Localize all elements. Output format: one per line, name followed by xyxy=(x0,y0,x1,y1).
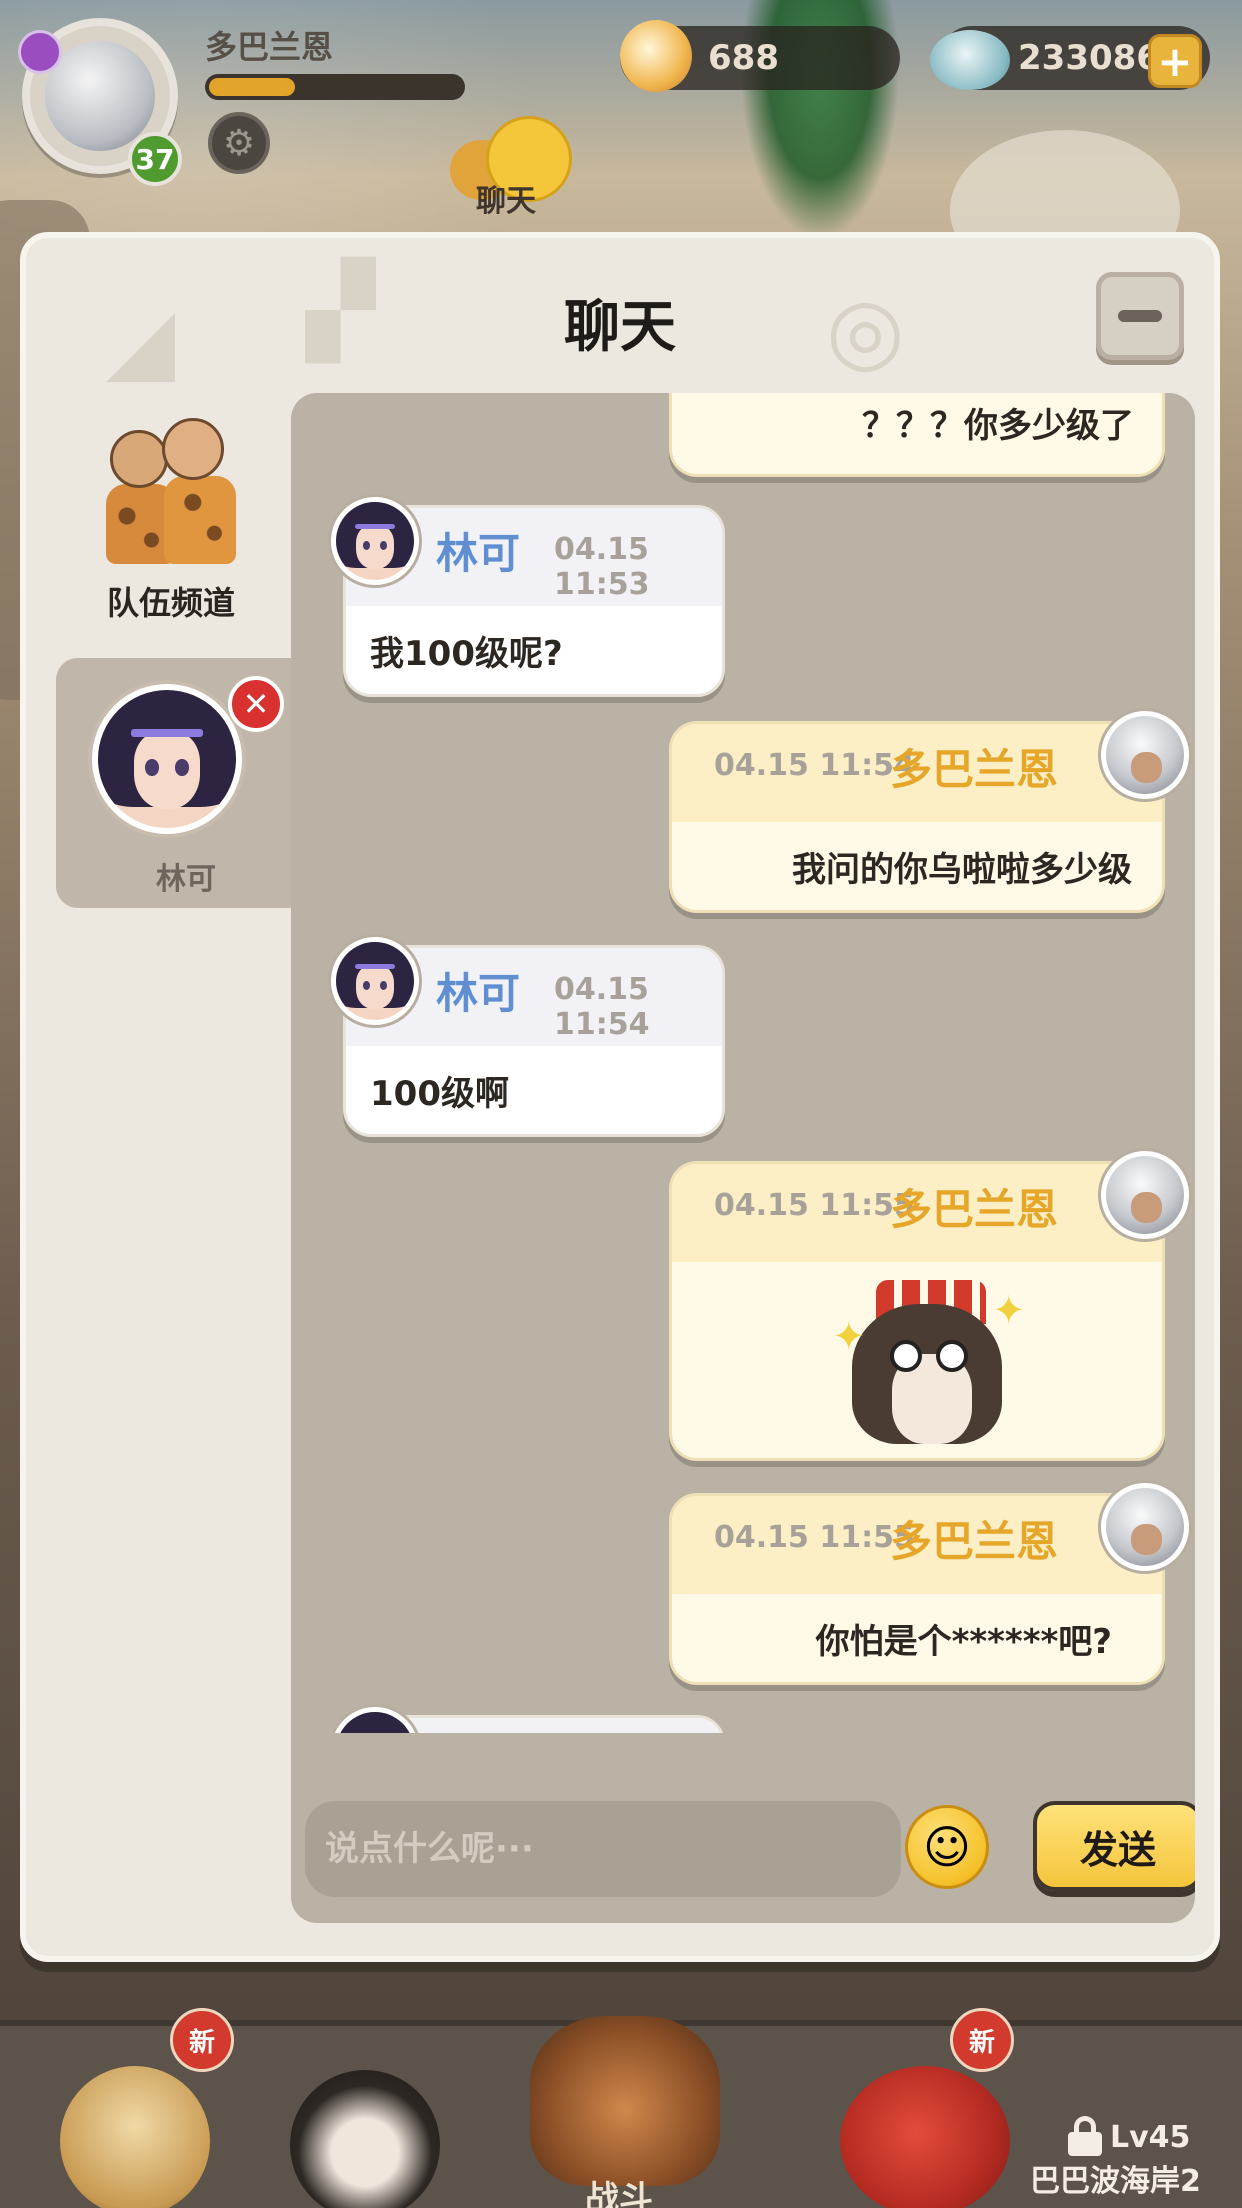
minus-icon xyxy=(1118,310,1162,322)
nav-item-battle[interactable]: 战斗 xyxy=(510,2016,740,2208)
message-text: 你怕是个******吧? xyxy=(815,1622,1112,1662)
message-bubble-mine: 04.15 11:55 多巴兰恩 ✦ ✦ xyxy=(669,1161,1165,1461)
message-text: ？？？你多少级了 xyxy=(862,406,1134,446)
sender-avatar-self[interactable] xyxy=(1101,1483,1189,1571)
crying-dino-sticker-icon[interactable]: ✦ ✦ xyxy=(832,1274,1026,1444)
sender-avatar-linke[interactable] xyxy=(331,1707,419,1733)
chat-modal: ◢ ▞ ◎ 聊天 队伍频道 ✕ 林可 ？？？你多少级了 林可 04.15 11:… xyxy=(20,232,1220,1962)
message-time: 04.15 11:55 xyxy=(714,1188,915,1223)
message-bubble-mine: 04.15 11:55 多巴兰恩 你怕是个******吧? xyxy=(669,1493,1165,1685)
chat-title: 聊天 xyxy=(564,295,676,360)
send-button[interactable]: 发送 xyxy=(1033,1801,1195,1891)
contact-tab-linke[interactable]: ✕ 林可 xyxy=(56,658,316,908)
bottom-nav: 新 战斗 新 Lv45 巴巴波海岸2 xyxy=(0,2008,1242,2208)
cave-people-icon xyxy=(106,418,236,568)
team-channel-tab[interactable]: 队伍频道 xyxy=(66,418,276,648)
masked-warrior-character-icon xyxy=(290,2070,440,2208)
nav-item-warrior[interactable] xyxy=(260,2026,490,2208)
emoji-smiley-icon[interactable]: ☺ xyxy=(905,1805,989,1889)
message-time: 04.15 11:53 xyxy=(554,532,650,602)
add-gems-button[interactable]: + xyxy=(1148,34,1202,88)
top-hud: 37 多巴兰恩 ⚙ 聊天 688 233086 + xyxy=(0,0,1242,240)
player-xp-bar xyxy=(205,74,465,100)
message-time: 04.15 11:55 xyxy=(714,1520,915,1555)
sender-avatar-self[interactable] xyxy=(1101,1151,1189,1239)
sender-avatar-self[interactable] xyxy=(1101,711,1189,799)
new-badge: 新 xyxy=(950,2008,1014,2072)
team-channel-label: 队伍频道 xyxy=(106,584,235,622)
message-sender: 林可 xyxy=(436,969,521,1018)
message-text: 我100级呢? xyxy=(370,634,563,674)
player-name: 多巴兰恩 xyxy=(205,28,334,66)
contact-name: 林可 xyxy=(156,862,216,897)
gem-currency-icon xyxy=(930,30,1010,90)
message-sender: 多巴兰恩 xyxy=(890,1517,1059,1566)
caveman-character-icon xyxy=(60,2066,210,2208)
message-list[interactable]: ？？？你多少级了 林可 04.15 11:53 我100级呢? 04.15 11… xyxy=(291,393,1195,1733)
close-contact-icon[interactable]: ✕ xyxy=(228,676,284,732)
sender-avatar-linke[interactable] xyxy=(331,497,419,585)
message-text: 我问的你乌啦啦多少级 xyxy=(792,850,1132,890)
player-rank-badge-icon xyxy=(18,30,62,74)
chat-input-row: ☺ 发送 xyxy=(291,1793,1195,1903)
chat-message-input[interactable] xyxy=(305,1801,901,1897)
message-sender: 林可 xyxy=(436,529,521,578)
message-time: 04.15 11:54 xyxy=(554,972,650,1042)
locked-area-label[interactable]: 巴巴波海岸2 xyxy=(1030,2156,1201,2200)
minimize-chat-button[interactable] xyxy=(1096,272,1184,360)
player-level-badge: 37 xyxy=(128,132,182,186)
player-xp-fill xyxy=(209,78,295,96)
chat-shortcut-label[interactable]: 聊天 xyxy=(476,176,536,220)
message-sender: 多巴兰恩 xyxy=(890,745,1059,794)
contact-avatar xyxy=(92,684,242,834)
message-panel[interactable]: ？？？你多少级了 林可 04.15 11:53 我100级呢? 04.15 11… xyxy=(291,393,1195,1923)
sender-avatar-linke[interactable] xyxy=(331,937,419,1025)
locked-level-label: Lv45 xyxy=(1110,2120,1191,2155)
nav-item-caveman[interactable]: 新 xyxy=(20,2008,250,2208)
tiki-totem-battle-icon xyxy=(530,2016,720,2186)
message-text: 100级啊 xyxy=(370,1074,509,1114)
shell-currency-icon xyxy=(620,20,692,92)
new-badge: 新 xyxy=(170,2008,234,2072)
red-dino-character-icon xyxy=(840,2066,1010,2208)
nav-item-dino[interactable]: 新 xyxy=(820,2008,1050,2208)
message-time: 04.15 11:54 xyxy=(714,748,915,783)
lock-icon xyxy=(1068,2116,1102,2156)
message-sender: 多巴兰恩 xyxy=(890,1185,1059,1234)
settings-gear-icon[interactable]: ⚙ xyxy=(208,112,270,174)
message-bubble-mine: 04.15 11:54 多巴兰恩 我问的你乌啦啦多少级 xyxy=(669,721,1165,913)
message-bubble-mine: ？？？你多少级了 xyxy=(669,393,1165,477)
battle-label: 战斗 xyxy=(585,2179,653,2208)
